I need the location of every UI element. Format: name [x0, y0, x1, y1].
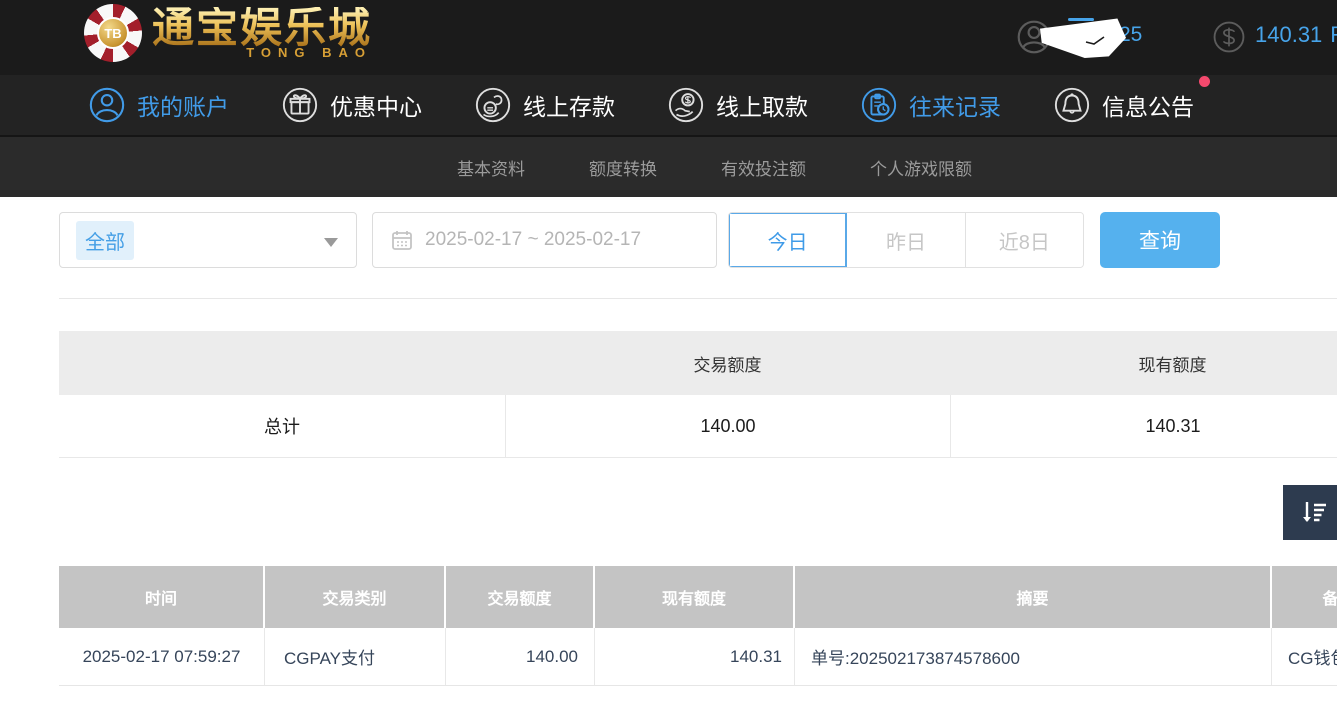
chip-monogram: TB	[97, 17, 129, 49]
main-content: 全部 2025-02-17 ~ 2025-02-17 今日 昨日 近8日 查询 …	[0, 197, 1337, 705]
nav-online-withdrawal[interactable]: 线上取款	[667, 86, 808, 124]
records-icon	[860, 86, 898, 124]
subnav-game-limits[interactable]: 个人游戏限额	[870, 155, 972, 180]
sort-desc-icon	[1299, 498, 1329, 528]
site-logo[interactable]: TB 通宝娱乐城 TONG BAO	[84, 4, 372, 62]
summary-table: 交易额度 现有额度 总计 140.00 140.31	[59, 331, 1337, 458]
nav-online-deposit[interactable]: 线上存款	[474, 86, 615, 124]
summary-col-trade-amount: 交易额度	[505, 351, 950, 376]
date-range-input[interactable]: 2025-02-17 ~ 2025-02-17	[372, 212, 717, 268]
quick-date-group: 今日 昨日 近8日	[728, 212, 1084, 268]
today-button[interactable]: 今日	[729, 213, 847, 267]
date-range-value: 2025-02-17 ~ 2025-02-17	[425, 229, 641, 251]
caret-down-icon	[324, 238, 338, 247]
nav-promotions[interactable]: 优惠中心	[281, 86, 422, 124]
sort-descending-button[interactable]	[1283, 485, 1337, 540]
bell-icon	[1053, 86, 1091, 124]
col-summary: 摘要	[795, 566, 1272, 628]
account-subnav: 基本资料 额度转换 有效投注额 个人游戏限额	[0, 137, 1337, 197]
username-peek	[1068, 18, 1094, 21]
poker-chip-icon: TB	[84, 4, 142, 62]
type-select[interactable]: 全部	[59, 212, 357, 268]
summary-trade-amount: 140.00	[505, 395, 950, 457]
col-time: 时间	[59, 566, 265, 628]
col-current-amount: 现有额度	[595, 566, 795, 628]
top-header: TB 通宝娱乐城 TONG BAO 25 140.31RMB	[0, 0, 1337, 75]
nav-transaction-records[interactable]: 往来记录	[860, 86, 1001, 124]
gift-icon	[281, 86, 319, 124]
cell-current-amount: 140.31	[595, 628, 795, 685]
balance-value: 140.31	[1255, 22, 1322, 47]
notification-dot	[1199, 76, 1210, 87]
section-divider	[59, 298, 1337, 299]
records-table-header: 时间 交易类别 交易额度 现有额度 摘要 备注	[59, 566, 1337, 628]
type-select-value: 全部	[76, 221, 134, 260]
cell-type: CGPAY支付	[265, 628, 446, 685]
user-icon	[88, 86, 126, 124]
subnav-valid-bets[interactable]: 有效投注额	[721, 155, 806, 180]
cell-summary: 单号:202502173874578600	[795, 628, 1272, 685]
cell-time: 2025-02-17 07:59:27	[59, 628, 265, 685]
subnav-credit-transfer[interactable]: 额度转换	[589, 155, 657, 180]
summary-total-row: 总计 140.00 140.31	[59, 395, 1337, 458]
records-table: 时间 交易类别 交易额度 现有额度 摘要 备注 2025-02-17 07:59…	[59, 566, 1337, 686]
last8days-button[interactable]: 近8日	[966, 213, 1083, 267]
calendar-icon	[391, 229, 413, 251]
redaction-mark	[1085, 36, 1105, 46]
summary-col-current-amount: 现有额度	[950, 351, 1337, 376]
yesterday-button[interactable]: 昨日	[847, 213, 965, 267]
subnav-basic-info[interactable]: 基本资料	[457, 155, 525, 180]
nav-announcements[interactable]: 信息公告	[1053, 86, 1194, 124]
site-title: 通宝娱乐城	[152, 7, 372, 49]
cell-remark: CG钱包	[1272, 628, 1337, 685]
deposit-icon	[474, 86, 512, 124]
col-remark: 备注	[1272, 566, 1337, 628]
summary-table-header: 交易额度 现有额度	[59, 331, 1337, 395]
col-type: 交易类别	[265, 566, 446, 628]
username-redaction	[1040, 16, 1126, 58]
balance-currency: RMB	[1330, 22, 1337, 47]
search-button[interactable]: 查询	[1100, 212, 1220, 268]
col-trade-amount: 交易额度	[446, 566, 595, 628]
summary-total-label: 总计	[59, 413, 505, 439]
nav-my-account[interactable]: 我的账户	[88, 86, 229, 124]
balance[interactable]: 140.31 RMB	[1255, 22, 1337, 48]
table-row: 2025-02-17 07:59:27 CGPAY支付 140.00 140.3…	[59, 628, 1337, 686]
withdraw-icon	[667, 86, 705, 124]
dollar-icon	[1212, 20, 1246, 54]
cell-trade-amount: 140.00	[446, 628, 595, 685]
main-nav: 我的账户 优惠中心 线上存款 线上取款 往来记录 信息公告	[0, 75, 1337, 137]
summary-current-amount: 140.31	[950, 395, 1337, 457]
